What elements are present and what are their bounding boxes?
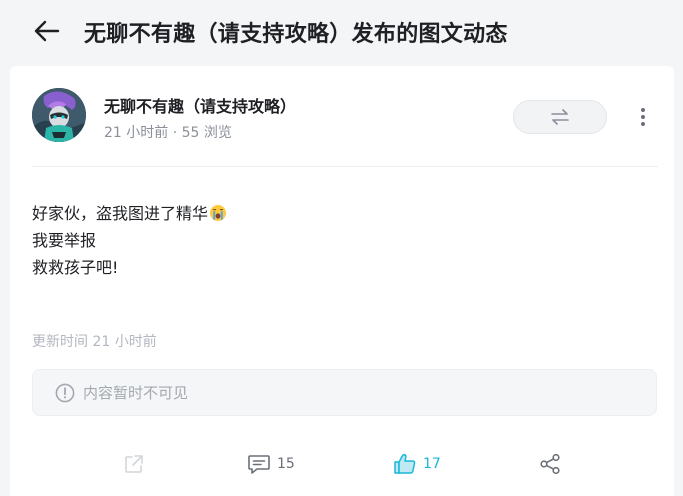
author-name[interactable]: 无聊不有趣（请支持攻略）: [104, 93, 296, 117]
thumbs-up-icon: [394, 453, 416, 474]
switch-button[interactable]: [513, 100, 607, 134]
post-time: 21 小时前: [104, 125, 169, 141]
more-vertical-icon: [641, 108, 645, 126]
top-bar: 无聊不有趣（请支持攻略）发布的图文动态: [0, 0, 683, 64]
view-count: 55 浏览: [181, 125, 232, 141]
external-share-icon: [125, 455, 143, 473]
like-count: 17: [423, 456, 441, 472]
post-meta: 21 小时前 · 55 浏览: [104, 122, 232, 142]
info-circle-icon: [55, 383, 75, 402]
content-unavailable-notice: 内容暂时不可见: [32, 369, 657, 416]
share-button[interactable]: [539, 449, 561, 479]
divider: [32, 166, 658, 167]
share-external-button[interactable]: [123, 449, 145, 479]
share-icon: [540, 453, 560, 475]
comment-count: 15: [277, 456, 295, 472]
arrow-left-icon: [34, 20, 60, 42]
page-title: 无聊不有趣（请支持攻略）发布的图文动态: [84, 22, 508, 47]
more-button[interactable]: [632, 104, 654, 130]
comment-button[interactable]: 15: [247, 449, 295, 479]
post-line: 救救孩子吧!: [32, 258, 119, 277]
comment-icon: [248, 455, 270, 474]
post-content: 好家伙，盗我图进了精华 我要举报 救救孩子吧!: [32, 200, 652, 281]
meta-separator: ·: [168, 125, 182, 141]
like-button[interactable]: 17: [393, 449, 441, 479]
update-time: 更新时间 21 小时前: [32, 334, 157, 350]
swap-icon: [551, 109, 569, 125]
action-bar: 15 17: [10, 449, 674, 479]
post-line: 好家伙，盗我图进了精华: [32, 200, 652, 227]
notice-text: 内容暂时不可见: [83, 384, 189, 402]
avatar[interactable]: [32, 88, 86, 142]
post-card: 无聊不有趣（请支持攻略） 21 小时前 · 55 浏览 好家伙，盗我图进了精华 …: [10, 66, 674, 496]
post-line: 我要举报: [32, 231, 97, 250]
back-button[interactable]: [30, 14, 64, 48]
crying-face-icon: [210, 205, 227, 221]
